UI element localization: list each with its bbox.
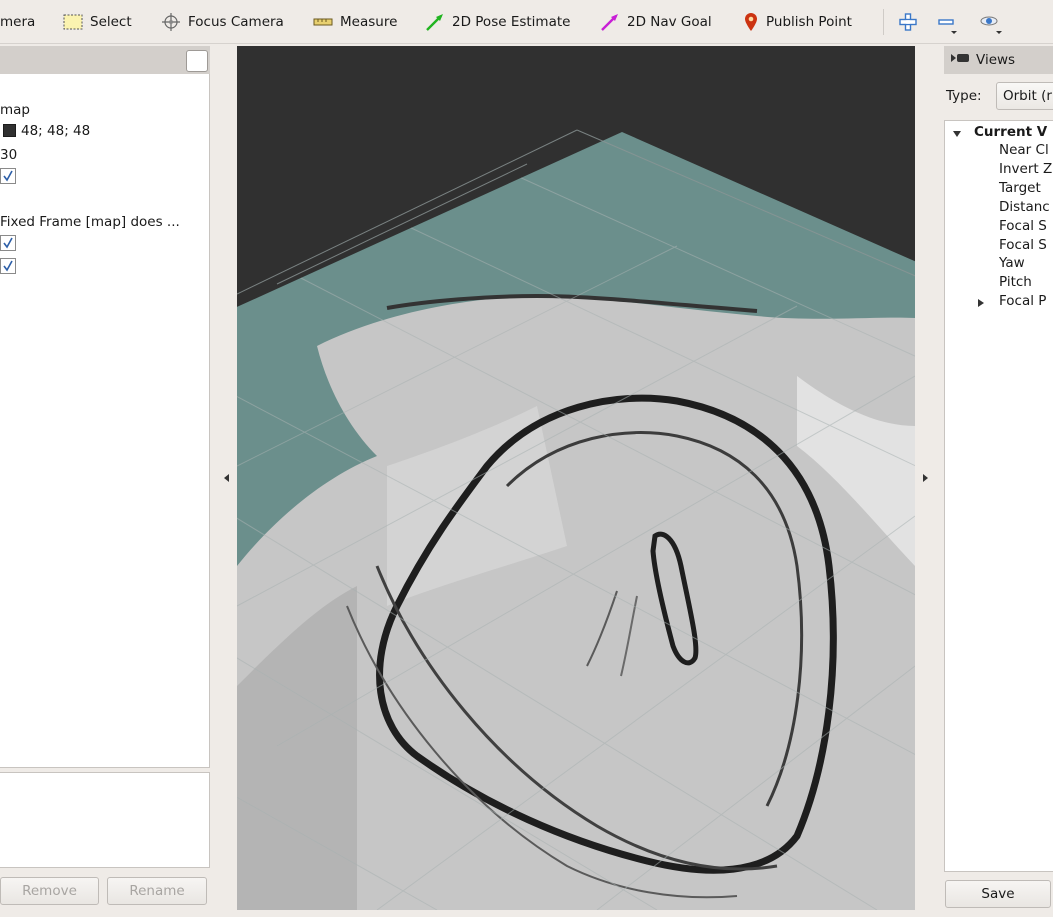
focal-point-expand-icon[interactable] (976, 296, 986, 307)
focus-camera-icon (161, 12, 181, 32)
move-camera-tool[interactable]: mera (0, 10, 35, 34)
map-render (237, 129, 915, 910)
toolbar-separator (883, 9, 884, 35)
publish-point-label: Publish Point (766, 14, 852, 30)
yaw-label[interactable]: Yaw (999, 254, 1025, 272)
visibility-eye-icon[interactable] (978, 11, 1004, 35)
displays-panel-header (0, 46, 210, 74)
select-label: Select (90, 14, 132, 30)
grid-display-checkbox[interactable] (0, 235, 16, 251)
map-display-checkbox[interactable] (0, 258, 16, 274)
left-splitter-collapse-icon[interactable] (222, 471, 232, 485)
displays-tree: map 48; 48; 48 30 Fixed Frame [map] does… (0, 74, 210, 768)
rename-display-button[interactable]: Rename (107, 877, 207, 905)
render-viewport[interactable] (237, 46, 915, 910)
measure-icon (313, 16, 333, 28)
focal-shape-size-label[interactable]: Focal S (999, 217, 1047, 235)
focal-point-label[interactable]: Focal P (999, 292, 1046, 310)
background-color-text: 48; 48; 48 (21, 123, 91, 139)
publish-point-tool[interactable]: Publish Point (743, 10, 852, 34)
near-clip-label[interactable]: Near Cl (999, 141, 1049, 159)
current-view-label[interactable]: Current V (974, 123, 1047, 141)
target-frame-label[interactable]: Target (999, 179, 1041, 197)
add-tool-icon[interactable] (898, 11, 918, 35)
pose-estimate-label: 2D Pose Estimate (452, 14, 571, 30)
focal-shape-fixed-label[interactable]: Focal S (999, 236, 1047, 254)
background-color-value[interactable]: 48; 48; 48 (3, 121, 90, 141)
view-type-label: Type: (946, 88, 982, 104)
global-status-text[interactable]: Fixed Frame [map] does ... (0, 212, 180, 232)
current-view-expand-icon[interactable] (952, 127, 962, 137)
move-camera-label: mera (0, 14, 36, 30)
pose-estimate-arrow-icon (425, 12, 445, 32)
nav-goal-label: 2D Nav Goal (627, 14, 712, 30)
view-type-row: Type: Orbit (r (944, 82, 1053, 110)
pose-estimate-tool[interactable]: 2D Pose Estimate (425, 10, 570, 34)
fixed-frame-value[interactable]: map (0, 100, 30, 120)
pitch-label[interactable]: Pitch (999, 273, 1032, 291)
background-color-swatch (3, 124, 16, 137)
display-description-box (0, 772, 210, 868)
focus-camera-label: Focus Camera (188, 14, 284, 30)
remove-display-button[interactable]: Remove (0, 877, 99, 905)
views-panel-header: Views (944, 46, 1053, 74)
measure-tool[interactable]: Measure (313, 10, 397, 34)
save-view-button[interactable]: Save (945, 880, 1051, 908)
focus-camera-tool[interactable]: Focus Camera (161, 10, 284, 34)
default-light-checkbox[interactable] (0, 168, 16, 184)
views-camera-icon (950, 52, 970, 68)
views-tree: Current V Near Cl Invert Z Target Distan… (944, 120, 1053, 872)
nav-goal-tool[interactable]: 2D Nav Goal (600, 10, 712, 34)
view-type-select[interactable]: Orbit (r (996, 82, 1053, 110)
nav-goal-arrow-icon (600, 12, 620, 32)
displays-panel-float-button[interactable] (186, 50, 208, 72)
remove-tool-icon[interactable] (937, 11, 959, 35)
toolbar: mera Select Focus Camera Measure 2D Pose… (0, 0, 1053, 44)
distance-label[interactable]: Distanc (999, 198, 1050, 216)
select-tool[interactable]: Select (63, 10, 132, 34)
right-splitter-collapse-icon[interactable] (920, 471, 930, 485)
frame-rate-value[interactable]: 30 (0, 145, 17, 165)
select-icon (63, 13, 83, 31)
invert-z-label[interactable]: Invert Z (999, 160, 1052, 178)
views-title: Views (976, 52, 1016, 68)
publish-point-pin-icon (743, 12, 759, 32)
measure-label: Measure (340, 14, 398, 30)
